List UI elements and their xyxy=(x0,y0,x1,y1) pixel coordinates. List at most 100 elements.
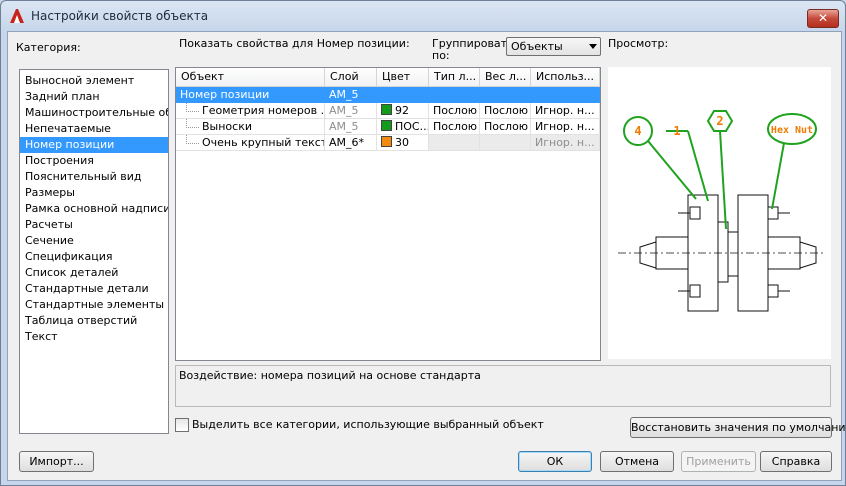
grid-cell-usage[interactable] xyxy=(531,87,600,103)
ok-button[interactable]: ОК xyxy=(518,451,592,472)
grid-cell-object[interactable]: Выноски xyxy=(176,119,325,135)
grid-cell-linetype[interactable] xyxy=(429,87,480,103)
grid-cell-text: Геометрия номеров ... xyxy=(202,104,325,117)
col-header-color[interactable]: Цвет xyxy=(377,68,429,86)
balloon-hexnut-text: Hex Nut xyxy=(771,125,813,136)
grid-cell-layer[interactable]: AM_6* xyxy=(325,135,377,151)
title-bar[interactable]: Настройки свойств объекта ✕ xyxy=(1,1,845,31)
cancel-button[interactable]: Отмена xyxy=(600,451,674,472)
category-item[interactable]: Непечатаемые xyxy=(20,121,168,137)
grid-cell-text: Послою xyxy=(484,104,529,117)
grid-cell-color[interactable]: 92 xyxy=(377,103,429,119)
help-button[interactable]: Справка xyxy=(760,451,832,472)
col-header-linetype[interactable]: Тип л... xyxy=(429,68,480,86)
grid-cell-text: Номер позиции xyxy=(180,88,270,101)
group-by-select[interactable]: Объекты xyxy=(506,37,601,56)
grid-cell-lineweight[interactable]: Послою xyxy=(480,103,531,119)
grid-cell-layer[interactable]: AM_5 xyxy=(325,103,377,119)
grid-cell-text: Послою xyxy=(484,120,529,133)
effect-text: Воздействие: номера позиций на основе ст… xyxy=(179,369,481,382)
category-item[interactable]: Номер позиции xyxy=(20,137,168,153)
restore-defaults-button[interactable]: Восстановить значения по умолчанию xyxy=(630,417,846,438)
category-item[interactable]: Таблица отверстий xyxy=(20,313,168,329)
balloon-1-text: 1 xyxy=(673,124,680,138)
grid-cell-lineweight[interactable] xyxy=(480,87,531,103)
col-header-usage[interactable]: Использ... xyxy=(531,68,600,86)
preview-label: Просмотр: xyxy=(608,37,669,50)
grid-cell-linetype[interactable]: Послою xyxy=(429,103,480,119)
category-item[interactable]: Сечение xyxy=(20,233,168,249)
category-item[interactable]: Выносной элемент xyxy=(20,73,168,89)
grid-cell-linetype[interactable]: Послою xyxy=(429,119,480,135)
balloon-2-text: 2 xyxy=(716,114,723,128)
tree-line xyxy=(186,103,199,112)
dialog-window: Настройки свойств объекта ✕ Категория: В… xyxy=(0,0,846,486)
group-by-label: Группировать по: xyxy=(432,38,514,62)
col-header-object[interactable]: Объект xyxy=(176,68,325,86)
grid-cell-color[interactable]: ПОС... xyxy=(377,119,429,135)
grid-row[interactable]: Геометрия номеров ... AM_5 92 Послою Послою И… xyxy=(176,103,600,119)
import-button-label: Импорт... xyxy=(29,455,84,468)
grid-cell-text: ПОС... xyxy=(395,120,429,133)
window-title: Настройки свойств объекта xyxy=(31,9,209,23)
import-button[interactable]: Импорт... xyxy=(19,451,94,472)
grid-cell-color[interactable]: 30 xyxy=(377,135,429,151)
col-header-layer[interactable]: Слой xyxy=(325,68,377,86)
category-item[interactable]: Стандартные детали xyxy=(20,281,168,297)
category-item[interactable]: Список деталей xyxy=(20,265,168,281)
preview-pane: 4 1 2 Hex Nut xyxy=(608,67,831,359)
grid-cell-lineweight[interactable]: Послою xyxy=(480,119,531,135)
grid-cell-layer[interactable]: AM_5 xyxy=(325,119,377,135)
effect-description: Воздействие: номера позиций на основе ст… xyxy=(175,365,831,407)
select-all-label: Выделить все категории, использующие выб… xyxy=(192,418,544,431)
category-item[interactable]: Размеры xyxy=(20,185,168,201)
grid-cell-text: 30 xyxy=(395,136,409,149)
grid-cell-text: Игнор. н... xyxy=(535,104,595,117)
show-properties-label: Показать свойства для Номер позиции: xyxy=(179,37,410,50)
tree-line xyxy=(186,135,199,144)
grid-cell-text: Очень крупный текст xyxy=(202,136,325,149)
grid-cell-object[interactable]: Очень крупный текст xyxy=(176,135,325,151)
grid-cell-object[interactable]: Номер позиции xyxy=(176,87,325,103)
close-icon: ✕ xyxy=(817,11,829,25)
category-item[interactable]: Текст xyxy=(20,329,168,345)
grid-cell-usage[interactable]: Игнор. н... xyxy=(531,119,600,135)
grid-cell-color[interactable] xyxy=(377,87,429,103)
grid-cell-lineweight[interactable] xyxy=(480,135,531,151)
grid-cell-text: Выноски xyxy=(202,120,252,133)
close-button[interactable]: ✕ xyxy=(807,9,839,28)
color-swatch xyxy=(381,136,392,147)
balloon-preview-drawing: 4 1 2 Hex Nut xyxy=(618,110,823,312)
autocad-logo-icon xyxy=(10,9,24,23)
grid-cell-text: AM_5 xyxy=(329,120,359,133)
grid-cell-linetype[interactable] xyxy=(429,135,480,151)
group-by-label-line2: по: xyxy=(432,49,450,62)
grid-cell-text: Послою xyxy=(433,104,478,117)
grid-cell-text: Игнор. н... xyxy=(535,120,595,133)
grid-row[interactable]: Выноски AM_5 ПОС... Послою Послою Игнор. н... xyxy=(176,119,600,135)
grid-cell-layer[interactable]: AM_5 xyxy=(325,87,377,103)
grid-cell-text: 92 xyxy=(395,104,409,117)
select-all-checkbox[interactable] xyxy=(175,418,189,432)
grid-row[interactable]: Очень крупный текст AM_6* 30 Игнор. н... xyxy=(176,135,600,151)
category-item[interactable]: Стандартные элементы xyxy=(20,297,168,313)
category-item[interactable]: Рамка основной надписи/И xyxy=(20,201,168,217)
col-header-lineweight[interactable]: Вес л... xyxy=(480,68,531,86)
color-swatch xyxy=(381,120,392,131)
apply-button[interactable]: Применить xyxy=(681,451,756,472)
chevron-down-icon xyxy=(589,44,597,49)
category-item[interactable]: Спецификация xyxy=(20,249,168,265)
grid-cell-usage[interactable]: Игнор. н... xyxy=(531,135,600,151)
grid-cell-usage[interactable]: Игнор. н... xyxy=(531,103,600,119)
category-item[interactable]: Машиностроительные обоз xyxy=(20,105,168,121)
grid-row[interactable]: Номер позиции AM_5 xyxy=(176,87,600,103)
category-item[interactable]: Пояснительный вид xyxy=(20,169,168,185)
category-item[interactable]: Построения xyxy=(20,153,168,169)
grid-cell-object[interactable]: Геометрия номеров ... xyxy=(176,103,325,119)
category-item[interactable]: Расчеты xyxy=(20,217,168,233)
group-by-value: Объекты xyxy=(511,40,563,53)
balloon-4-text: 4 xyxy=(634,124,641,138)
category-item[interactable]: Задний план xyxy=(20,89,168,105)
category-label: Категория: xyxy=(16,41,81,54)
category-list[interactable]: Выносной элемент Задний план Машиностроите… xyxy=(19,69,169,434)
